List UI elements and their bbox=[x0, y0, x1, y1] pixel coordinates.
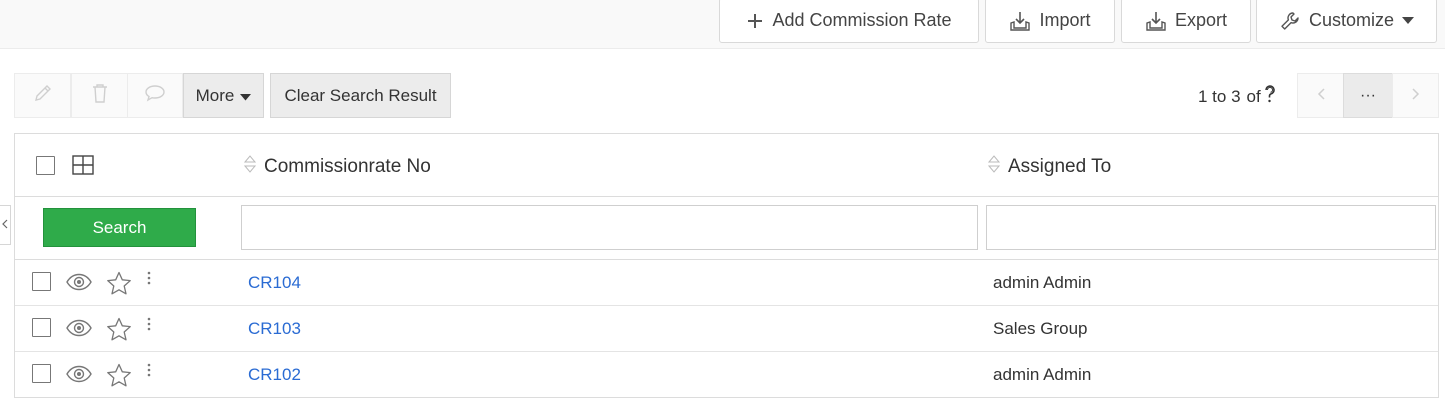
kebab-menu-icon[interactable] bbox=[143, 270, 155, 286]
table-row[interactable]: CR102 admin Admin bbox=[15, 352, 1438, 398]
import-button[interactable]: Import bbox=[985, 0, 1115, 43]
export-icon bbox=[1145, 10, 1167, 32]
commissionrate-no-link[interactable]: CR102 bbox=[248, 365, 301, 385]
customize-button[interactable]: Customize bbox=[1256, 0, 1437, 43]
assigned-to-cell: Sales Group bbox=[993, 319, 1088, 338]
previous-page-button[interactable] bbox=[1297, 73, 1344, 118]
pagination-of: of bbox=[1246, 86, 1261, 106]
edit-button[interactable] bbox=[14, 73, 71, 118]
export-button[interactable]: Export bbox=[1121, 0, 1251, 43]
chevron-left-icon bbox=[2, 216, 8, 234]
pagination-info: 1 to 3 of bbox=[1198, 84, 1277, 109]
trash-icon bbox=[90, 82, 110, 109]
chevron-right-icon bbox=[1411, 87, 1420, 105]
column-header-label: Commissionrate No bbox=[264, 156, 431, 177]
chevron-left-icon bbox=[1317, 87, 1325, 105]
select-all-checkbox[interactable] bbox=[36, 156, 55, 175]
star-icon[interactable] bbox=[106, 362, 132, 388]
total-unknown-icon[interactable] bbox=[1263, 84, 1277, 109]
table-header-row: Commissionrate No Assigned To bbox=[15, 134, 1438, 197]
commissionrate-no-link[interactable]: CR103 bbox=[248, 319, 301, 339]
page-jump-button[interactable]: ··· bbox=[1343, 73, 1393, 118]
top-action-bar: Add Commission Rate Import Export Custom… bbox=[0, 0, 1445, 49]
plus-icon bbox=[746, 12, 764, 30]
search-button-label: Search bbox=[92, 217, 147, 237]
eye-icon[interactable] bbox=[65, 362, 93, 386]
row-checkbox[interactable] bbox=[32, 272, 51, 291]
column-header-assigned-to[interactable]: Assigned To bbox=[987, 154, 1112, 180]
caret-down-icon bbox=[240, 86, 252, 106]
column-header-commissionrate-no[interactable]: Commissionrate No bbox=[243, 154, 431, 180]
commissionrate-no-search-input[interactable] bbox=[241, 205, 978, 250]
star-icon[interactable] bbox=[106, 270, 132, 296]
comment-icon bbox=[144, 83, 166, 108]
customize-label: Customize bbox=[1308, 10, 1395, 30]
comment-button[interactable] bbox=[127, 73, 183, 118]
kebab-menu-icon[interactable] bbox=[143, 316, 155, 332]
eye-icon[interactable] bbox=[65, 270, 93, 294]
assigned-to-cell: admin Admin bbox=[993, 273, 1092, 292]
pagination-range: 1 to 3 bbox=[1198, 86, 1241, 106]
assigned-to-cell: admin Admin bbox=[993, 365, 1092, 384]
row-checkbox[interactable] bbox=[32, 364, 51, 383]
commission-rate-table: Commissionrate No Assigned To Search CR1… bbox=[14, 133, 1439, 398]
clear-search-result-label: Clear Search Result bbox=[284, 85, 437, 105]
sort-icon bbox=[243, 154, 257, 180]
delete-button[interactable] bbox=[71, 73, 128, 118]
column-header-label: Assigned To bbox=[1008, 156, 1112, 177]
add-commission-rate-button[interactable]: Add Commission Rate bbox=[719, 0, 979, 43]
kebab-menu-icon[interactable] bbox=[143, 362, 155, 378]
search-filter-row: Search bbox=[15, 197, 1438, 260]
search-button[interactable]: Search bbox=[43, 208, 196, 247]
table-row[interactable]: CR103 Sales Group bbox=[15, 306, 1438, 352]
eye-icon[interactable] bbox=[65, 316, 93, 340]
more-dropdown[interactable]: More bbox=[183, 73, 264, 118]
star-icon[interactable] bbox=[106, 316, 132, 342]
page-jump-label: ··· bbox=[1360, 86, 1376, 104]
commissionrate-no-link[interactable]: CR104 bbox=[248, 273, 301, 293]
assigned-to-search-input[interactable] bbox=[986, 205, 1436, 250]
import-icon bbox=[1009, 10, 1031, 32]
import-label: Import bbox=[1039, 10, 1091, 30]
more-label: More bbox=[195, 85, 235, 105]
next-page-button[interactable] bbox=[1392, 73, 1439, 118]
table-row[interactable]: CR104 admin Admin bbox=[15, 260, 1438, 306]
side-panel-toggle[interactable] bbox=[0, 205, 11, 245]
add-commission-rate-label: Add Commission Rate bbox=[772, 10, 952, 30]
pencil-icon bbox=[32, 82, 54, 109]
row-checkbox[interactable] bbox=[32, 318, 51, 337]
wrench-icon bbox=[1279, 10, 1301, 32]
export-label: Export bbox=[1174, 10, 1228, 30]
sort-icon bbox=[987, 154, 1001, 180]
caret-down-icon bbox=[1402, 16, 1415, 25]
clear-search-result-button[interactable]: Clear Search Result bbox=[270, 73, 451, 118]
column-layout-icon[interactable] bbox=[71, 154, 95, 176]
